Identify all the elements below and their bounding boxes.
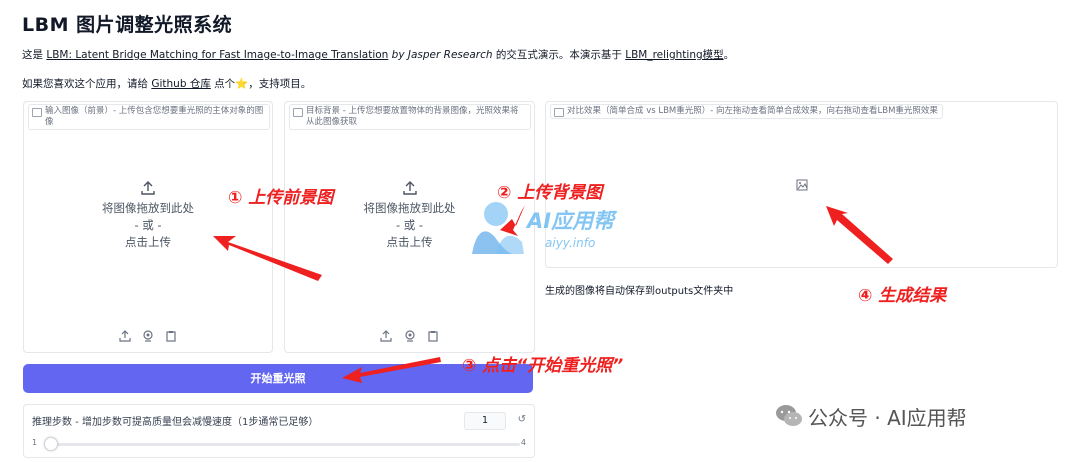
steps-number-input[interactable]: 1 xyxy=(464,412,506,430)
wechat-watermark: 公众号 · AI应用帮 xyxy=(808,406,967,430)
foreground-panel-label: 输入图像（前景）- 上传包含您想要重光照的主体对象的图像 xyxy=(28,104,270,130)
foreground-upload-panel[interactable]: 输入图像（前景）- 上传包含您想要重光照的主体对象的图像 将图像拖放到此处 - … xyxy=(23,101,273,353)
slider-max-label: 4 xyxy=(520,438,526,447)
watermark-logo xyxy=(472,202,524,254)
start-relighting-button[interactable]: 开始重光照 xyxy=(23,364,533,393)
background-tools xyxy=(285,327,534,346)
intro2-suffix: ，支持项目。 xyxy=(248,78,312,90)
result-save-note: 生成的图像将自动保存到outputs文件夹中 xyxy=(545,286,734,297)
upload-icon xyxy=(141,181,155,195)
upload-icon[interactable] xyxy=(380,327,393,342)
intro-line-1: 这是 LBM: Latent Bridge Matching for Fast … xyxy=(22,47,734,62)
annotation-step-1: ① 上传前景图 xyxy=(228,188,334,208)
or-text: - 或 - xyxy=(134,218,162,232)
upload-icon xyxy=(402,181,417,195)
model-link[interactable]: LBM_relighting模型 xyxy=(625,49,723,61)
intro-author: by Jasper Research xyxy=(388,49,493,61)
annotation-step-3: ③ 点击“开始重光照” xyxy=(462,356,624,376)
intro-suffix: 。 xyxy=(723,49,735,61)
slider-label: 推理步数 - 增加步数可提高质量但会减慢速度（1步通常已足够） xyxy=(32,417,319,428)
slider-track[interactable] xyxy=(46,443,520,446)
foreground-tools xyxy=(24,327,272,346)
intro-prefix: 这是 xyxy=(22,49,47,61)
result-label-text: 对比效果（简单合成 vs LBM重光照）- 向左拖动查看简单合成效果，向右拖动查… xyxy=(567,106,938,116)
image-icon xyxy=(796,179,808,191)
image-label-icon xyxy=(554,108,564,117)
image-label-icon xyxy=(293,108,303,117)
background-panel-label: 目标背景 - 上传您想要放置物体的背景图像，光照效果将从此图像获取 xyxy=(289,104,531,130)
star-icon: ⭐ xyxy=(235,78,249,90)
github-link[interactable]: Github 仓库 xyxy=(151,78,210,90)
image-label-icon xyxy=(32,108,42,117)
annotation-step-4: ④ 生成结果 xyxy=(858,286,947,306)
foreground-label-text: 输入图像（前景）- 上传包含您想要重光照的主体对象的图像 xyxy=(45,106,264,127)
wechat-icon xyxy=(776,405,802,426)
clipboard-icon[interactable] xyxy=(427,327,439,342)
background-label-text: 目标背景 - 上传您想要放置物体的背景图像，光照效果将从此图像获取 xyxy=(306,106,519,127)
slider-thumb[interactable] xyxy=(44,437,58,451)
intro-middle: 的交互式演示。本演示基于 xyxy=(492,49,626,61)
result-comparison-panel[interactable]: 对比效果（简单合成 vs LBM重光照）- 向左拖动查看简单合成效果，向右拖动查… xyxy=(545,101,1058,268)
upload-icon[interactable] xyxy=(119,327,131,342)
paper-link[interactable]: LBM: Latent Bridge Matching for Fast Ima… xyxy=(46,49,388,61)
webcam-icon[interactable] xyxy=(404,327,416,342)
result-panel-label: 对比效果（简单合成 vs LBM重光照）- 向左拖动查看简单合成效果，向右拖动查… xyxy=(550,104,943,119)
intro-line-2: 如果您喜欢这个应用，请给 Github 仓库 点个⭐，支持项目。 xyxy=(22,76,311,91)
page-title: LBM 图片调整光照系统 xyxy=(22,14,233,36)
click-upload-text: 点击上传 xyxy=(125,235,171,249)
watermark-url: aiyy.info xyxy=(545,236,596,250)
intro2-middle: 点个 xyxy=(210,78,236,90)
intro2-prefix: 如果您喜欢这个应用，请给 xyxy=(22,78,152,90)
inference-steps-slider-block: 推理步数 - 增加步数可提高质量但会减慢速度（1步通常已足够） 1 ↺ 1 4 xyxy=(23,404,535,458)
watermark-text: AI应用帮 xyxy=(527,209,615,233)
webcam-icon[interactable] xyxy=(142,327,154,342)
annotation-step-2: ② 上传背景图 xyxy=(497,183,603,203)
reset-icon[interactable]: ↺ xyxy=(518,414,526,425)
clipboard-icon[interactable] xyxy=(165,327,177,342)
slider-min-label: 1 xyxy=(32,438,38,447)
